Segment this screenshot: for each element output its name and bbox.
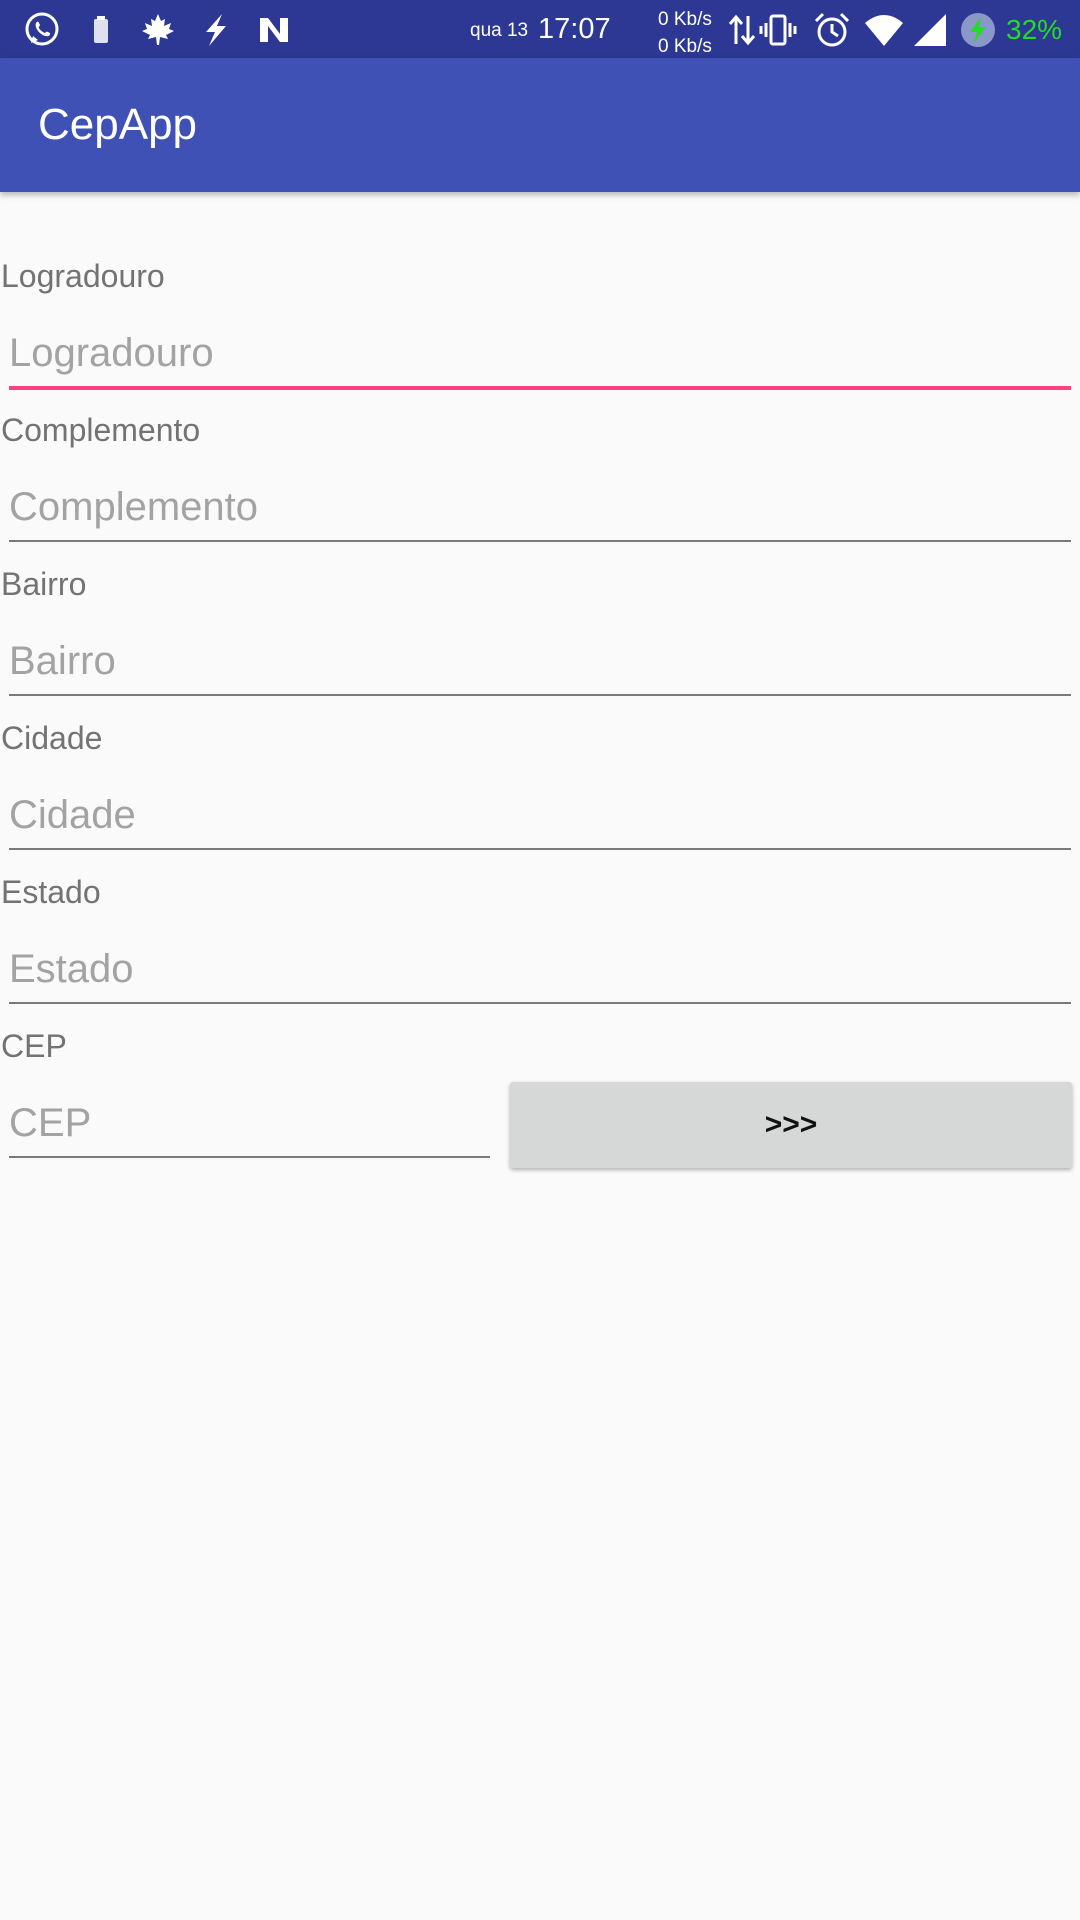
app-screen: qua 13 17:07 0 Kb/s 0 Kb/s 32% CepApp Lo… bbox=[0, 0, 1080, 1920]
data-transfer-icon bbox=[728, 14, 756, 46]
battery-percent: 32% bbox=[1006, 14, 1063, 45]
bairro-input[interactable] bbox=[9, 628, 1071, 696]
whatsapp-icon bbox=[25, 12, 59, 46]
n-logo-icon bbox=[260, 18, 288, 42]
battery-saver-icon bbox=[94, 16, 108, 43]
complemento-input[interactable] bbox=[9, 474, 1071, 542]
app-title: CepApp bbox=[38, 100, 198, 149]
cep-label: CEP bbox=[1, 1028, 67, 1064]
logradouro-input[interactable] bbox=[9, 320, 1071, 390]
status-time: 17:07 bbox=[538, 13, 611, 45]
search-cep-button[interactable]: >>> bbox=[510, 1082, 1072, 1168]
maple-leaf-icon bbox=[142, 14, 174, 45]
estado-label: Estado bbox=[1, 874, 101, 910]
wifi-icon bbox=[865, 15, 903, 46]
flash-icon bbox=[206, 14, 226, 46]
cep-input[interactable] bbox=[9, 1090, 490, 1158]
alarm-icon bbox=[814, 12, 850, 47]
logradouro-label: Logradouro bbox=[1, 258, 165, 294]
bairro-label: Bairro bbox=[1, 566, 87, 602]
status-date: qua 13 bbox=[470, 20, 529, 41]
complemento-label: Complemento bbox=[1, 412, 201, 448]
status-bar: qua 13 17:07 0 Kb/s 0 Kb/s 32% bbox=[0, 0, 1080, 58]
vibrate-icon bbox=[759, 14, 797, 46]
app-bar: CepApp bbox=[0, 58, 1080, 192]
cell-signal-icon bbox=[914, 14, 946, 46]
net-speed-up: 0 Kb/s bbox=[658, 9, 712, 30]
charging-icon bbox=[961, 13, 995, 47]
net-speed-down: 0 Kb/s bbox=[658, 36, 712, 57]
cidade-input[interactable] bbox=[9, 782, 1071, 850]
cidade-label: Cidade bbox=[1, 720, 103, 756]
estado-input[interactable] bbox=[9, 936, 1071, 1004]
